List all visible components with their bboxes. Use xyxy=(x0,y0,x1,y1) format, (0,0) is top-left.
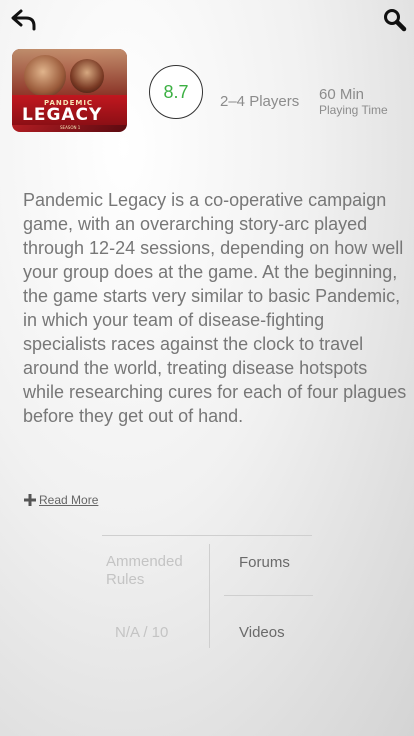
back-button[interactable] xyxy=(10,8,40,32)
playing-time-label: Playing Time xyxy=(319,103,388,117)
players-count: 2–4 Players xyxy=(220,93,300,110)
plus-icon xyxy=(24,494,36,506)
ammended-rules-link[interactable]: Ammended Rules xyxy=(106,553,206,589)
user-score: N/A / 10 xyxy=(115,624,169,641)
playing-time-value: 60 Min xyxy=(319,86,365,103)
search-icon xyxy=(384,9,407,32)
top-bar xyxy=(0,0,414,40)
divider xyxy=(224,595,313,596)
game-description: Pandemic Legacy is a co-operative campai… xyxy=(23,190,407,426)
cover-title-main: LEGACY xyxy=(22,105,103,125)
read-more-label: Read More xyxy=(39,493,99,507)
videos-link[interactable]: Videos xyxy=(239,624,285,641)
rating-value: 8.7 xyxy=(163,81,189,102)
game-cover-image: PANDEMIC LEGACY SEASON 1 xyxy=(12,49,127,132)
search-button[interactable] xyxy=(382,7,408,33)
read-more-link[interactable]: Read More xyxy=(24,492,98,508)
divider xyxy=(102,535,312,536)
divider xyxy=(209,544,210,648)
cover-title-sub: SEASON 1 xyxy=(60,125,81,130)
forums-link[interactable]: Forums xyxy=(239,554,290,571)
back-arrow-icon xyxy=(11,9,36,31)
rating-badge: 8.7 xyxy=(149,65,203,119)
